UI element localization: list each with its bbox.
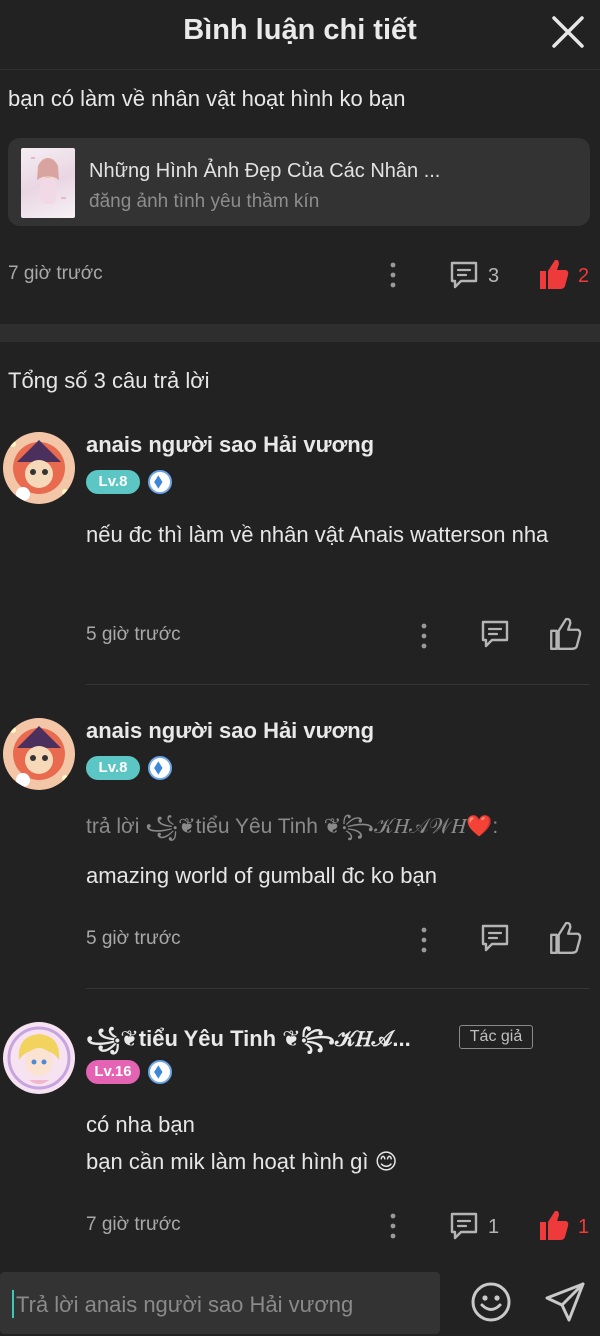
reply-separator <box>86 988 590 989</box>
avatar[interactable] <box>3 718 75 790</box>
like-icon[interactable] <box>548 616 582 652</box>
reply-text-line: có nha bạn <box>86 1112 195 1137</box>
reply-meta: 7 giờ trước 1 1 <box>0 1206 600 1246</box>
avatar[interactable] <box>3 1022 75 1094</box>
like-icon-active[interactable] <box>538 1208 570 1242</box>
section-divider <box>0 324 600 342</box>
emoji-icon[interactable] <box>469 1280 513 1324</box>
like-icon-active[interactable] <box>538 257 570 291</box>
comment-icon[interactable] <box>479 618 511 650</box>
reply-meta: 5 giờ trước <box>0 920 600 960</box>
user-name[interactable]: anais người sao Hải vương <box>86 432 374 458</box>
reply-text: nếu đc thì làm về nhân vật Anais watters… <box>86 522 549 547</box>
comment-icon[interactable] <box>448 1210 480 1242</box>
more-options-icon[interactable] <box>418 926 430 954</box>
linked-post-card[interactable]: Những Hình Ảnh Đẹp Của Các Nhân ... đăng… <box>8 138 590 226</box>
avatar[interactable] <box>3 432 75 504</box>
header: Bình luận chi tiết <box>0 0 600 70</box>
comment-count: 1 <box>488 1216 500 1238</box>
user-name[interactable]: ꧁❦tiểu Yêu Tinh ❦꧂𝒦𝐻𝒜... <box>86 1022 411 1067</box>
more-options-icon[interactable] <box>387 1212 399 1240</box>
more-options-icon[interactable] <box>418 622 430 650</box>
level-badge: Lv.8 <box>86 470 140 494</box>
main-comment-text: bạn có làm về nhân vật hoạt hình ko bạn <box>8 86 406 111</box>
reply-time: 5 giờ trước <box>86 928 181 949</box>
reply-time: 5 giờ trước <box>86 624 181 645</box>
comment-icon[interactable] <box>448 259 480 291</box>
like-count: 2 <box>578 265 590 287</box>
page-title: Bình luận chi tiết <box>183 14 417 46</box>
reply-separator <box>86 684 590 685</box>
like-icon[interactable] <box>548 920 582 956</box>
like-count: 1 <box>578 1216 590 1238</box>
reply-input-placeholder: Trả lời anais người sao Hải vương <box>16 1292 354 1317</box>
text-caret <box>12 1290 14 1318</box>
reply-time: 7 giờ trước <box>86 1214 181 1235</box>
user-name[interactable]: anais người sao Hải vương <box>86 718 374 744</box>
comment-icon[interactable] <box>479 922 511 954</box>
post-title: Những Hình Ảnh Đẹp Của Các Nhân ... <box>89 160 441 182</box>
reply-input[interactable]: Trả lời anais người sao Hải vương <box>0 1272 440 1334</box>
level-badge: Lv.8 <box>86 756 140 780</box>
main-comment-meta: 7 giờ trước 3 2 <box>0 255 600 295</box>
close-icon[interactable] <box>550 14 586 50</box>
post-subtitle: đăng ảnh tình yêu thầm kín <box>89 191 320 212</box>
verified-badge-icon <box>148 470 172 494</box>
verified-badge-icon <box>148 756 172 780</box>
verified-badge-icon <box>148 1060 172 1084</box>
send-icon[interactable] <box>543 1280 587 1324</box>
reply-text: amazing world of gumball đc ko bạn <box>86 863 437 888</box>
author-tag: Tác giả <box>459 1025 533 1049</box>
comment-count: 3 <box>488 265 500 287</box>
level-badge: Lv.16 <box>86 1060 140 1084</box>
reply-text-line: bạn cần mik làm hoạt hình gì 😊 <box>86 1149 398 1174</box>
post-thumbnail <box>21 148 75 218</box>
reply-to-label[interactable]: trả lời ꧁❦tiểu Yêu Tinh ❦꧂𝒦𝐻𝒜𝒲𝐻❤️: <box>86 810 498 853</box>
comment-time: 7 giờ trước <box>8 263 103 284</box>
reply-input-bar: Trả lời anais người sao Hải vương <box>0 1266 600 1336</box>
reply-meta: 5 giờ trước <box>0 616 600 656</box>
more-options-icon[interactable] <box>387 261 399 289</box>
total-replies-label: Tổng số 3 câu trả lời <box>8 368 210 393</box>
